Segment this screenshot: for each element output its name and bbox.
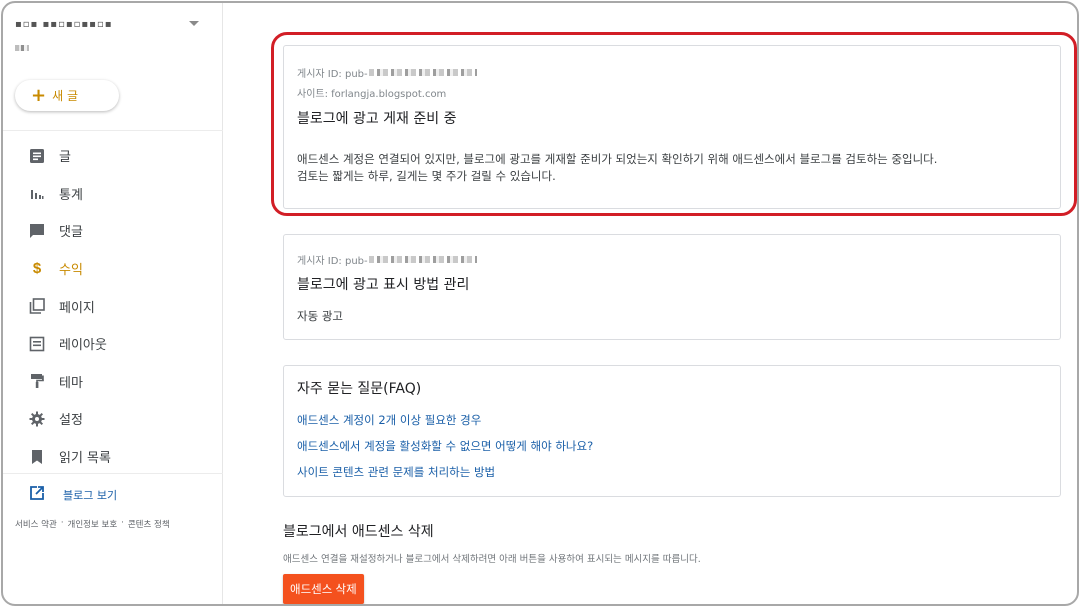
sidebar-item-reading-list[interactable]: 읽기 목록	[3, 438, 222, 476]
status-description-line1: 애드센스 계정은 연결되어 있지만, 블로그에 광고를 게재할 준비가 되었는지…	[297, 152, 938, 166]
redacted-id	[368, 69, 477, 76]
blog-selector[interactable]: ▪▫▪ ▪▪▫▪▫▪▪▫▪	[15, 15, 205, 59]
view-blog-label: 블로그 보기	[63, 489, 118, 502]
redacted-id	[368, 256, 477, 263]
status-description: 애드센스 계정은 연결되어 있지만, 블로그에 광고를 게재할 준비가 되었는지…	[297, 151, 1057, 185]
remove-adsense-title: 블로그에서 애드센스 삭제	[283, 524, 434, 540]
bookmark-icon	[29, 449, 45, 465]
site-url: 사이트: forlangja.blogspot.com	[297, 89, 447, 100]
main-content: 게시자 ID: pub- 사이트: forlangja.blogspot.com…	[223, 3, 1077, 604]
stats-icon	[29, 185, 45, 201]
blurred-text	[15, 45, 29, 51]
sidebar-item-theme[interactable]: 테마	[3, 363, 222, 401]
sidebar-item-label: 테마	[59, 375, 83, 391]
publisher-id-label: 게시자 ID: pub-	[297, 256, 368, 267]
new-post-button[interactable]: + 새 글	[15, 80, 119, 111]
status-title: 블로그에 광고 게재 준비 중	[297, 111, 457, 127]
sidebar-item-label: 설정	[59, 413, 83, 429]
sidebar: ▪▫▪ ▪▪▫▪▫▪▪▫▪ + 새 글 글 통계 댓글 $ 수익 페이지 레이아…	[3, 3, 223, 604]
remove-adsense-description: 애드센스 연결을 재설정하거나 블로그에서 삭제하려면 아래 버튼을 사용하여 …	[283, 554, 701, 565]
posts-icon	[29, 148, 45, 164]
ad-display-title: 블로그에 광고 표시 방법 관리	[297, 277, 470, 293]
faq-link[interactable]: 애드센스에서 계정을 활성화할 수 없으면 어떻게 해야 하나요?	[297, 438, 593, 454]
publisher-id: 게시자 ID: pub-	[297, 65, 477, 80]
app-window: ▪▫▪ ▪▪▫▪▫▪▪▫▪ + 새 글 글 통계 댓글 $ 수익 페이지 레이아…	[1, 1, 1079, 606]
comments-icon	[29, 223, 45, 239]
sidebar-item-label: 레이아웃	[59, 338, 107, 354]
view-blog-link[interactable]: 블로그 보기	[29, 485, 117, 505]
sidebar-item-posts[interactable]: 글	[3, 137, 222, 175]
sidebar-item-label: 통계	[59, 187, 83, 203]
faq-title: 자주 묻는 질문(FAQ)	[297, 381, 422, 397]
separator: ·	[60, 518, 64, 528]
plus-icon: +	[31, 84, 47, 106]
sidebar-item-label: 읽기 목록	[59, 451, 111, 467]
dollar-icon: $	[32, 260, 42, 278]
footer-links: 서비스 약관 · 개인정보 보호 · 콘텐츠 정책	[15, 518, 170, 530]
remove-adsense-button[interactable]: 애드센스 삭제	[283, 574, 364, 604]
blog-name: ▪▫▪ ▪▪▫▪▫▪▪▫▪	[15, 19, 113, 30]
divider	[3, 130, 223, 131]
gear-icon	[29, 411, 45, 427]
divider	[3, 473, 223, 474]
auto-ads-link[interactable]: 자동 광고	[297, 308, 343, 325]
open-in-new-icon	[29, 485, 45, 505]
sidebar-item-earnings[interactable]: $ 수익	[3, 250, 222, 288]
sidebar-item-layout[interactable]: 레이아웃	[3, 325, 222, 363]
privacy-link[interactable]: 개인정보 보호	[68, 518, 118, 530]
sidebar-item-label: 글	[59, 150, 71, 166]
faq-link[interactable]: 애드센스 계정이 2개 이상 필요한 경우	[297, 412, 481, 428]
terms-link[interactable]: 서비스 약관	[15, 518, 57, 530]
adsense-status-card: 게시자 ID: pub- 사이트: forlangja.blogspot.com…	[283, 45, 1061, 209]
sidebar-item-pages[interactable]: 페이지	[3, 287, 222, 325]
theme-brush-icon	[29, 373, 45, 389]
pages-icon	[29, 298, 45, 314]
sidebar-item-settings[interactable]: 설정	[3, 400, 222, 438]
sidebar-item-stats[interactable]: 통계	[3, 175, 222, 213]
content-policy-link[interactable]: 콘텐츠 정책	[128, 518, 170, 530]
faq-card: 자주 묻는 질문(FAQ) 애드센스 계정이 2개 이상 필요한 경우 애드센스…	[283, 365, 1061, 497]
status-description-line2: 검토는 짧게는 하루, 길게는 몇 주가 걸릴 수 있습니다.	[297, 169, 556, 183]
layout-icon	[29, 336, 45, 352]
faq-link[interactable]: 사이트 콘텐츠 관련 문제를 처리하는 방법	[297, 464, 495, 480]
ad-display-card: 게시자 ID: pub- 블로그에 광고 표시 방법 관리 자동 광고	[283, 234, 1061, 340]
sidebar-item-label: 페이지	[59, 300, 95, 316]
sidebar-item-label: 댓글	[59, 225, 83, 241]
sidebar-item-comments[interactable]: 댓글	[3, 212, 222, 250]
separator: ·	[121, 518, 124, 528]
sidebar-item-label: 수익	[59, 263, 83, 279]
sidebar-nav: 글 통계 댓글 $ 수익 페이지 레이아웃 테마 설정 읽기 목록	[3, 137, 222, 475]
publisher-id-label: 게시자 ID: pub-	[297, 69, 368, 80]
chevron-down-icon[interactable]	[189, 21, 199, 26]
new-post-label: 새 글	[52, 89, 78, 103]
publisher-id: 게시자 ID: pub-	[297, 252, 477, 267]
